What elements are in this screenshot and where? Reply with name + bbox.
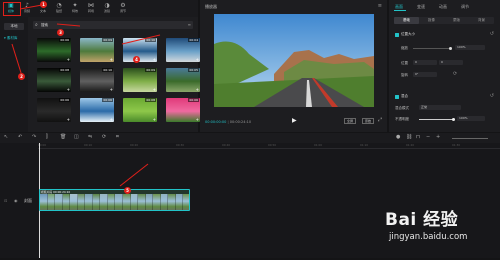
badge-3: 3 bbox=[57, 29, 64, 36]
watermark-brand: Bai 经验 bbox=[385, 210, 459, 230]
badge-2: 2 bbox=[18, 73, 25, 80]
watermark: Bai 经验 jingyan.baidu.com bbox=[385, 205, 497, 255]
badge-1: 1 bbox=[40, 1, 47, 8]
badge-5: 5 bbox=[124, 187, 131, 194]
badge-4: 4 bbox=[133, 56, 140, 63]
watermark-site: jingyan.baidu.com bbox=[389, 232, 468, 242]
